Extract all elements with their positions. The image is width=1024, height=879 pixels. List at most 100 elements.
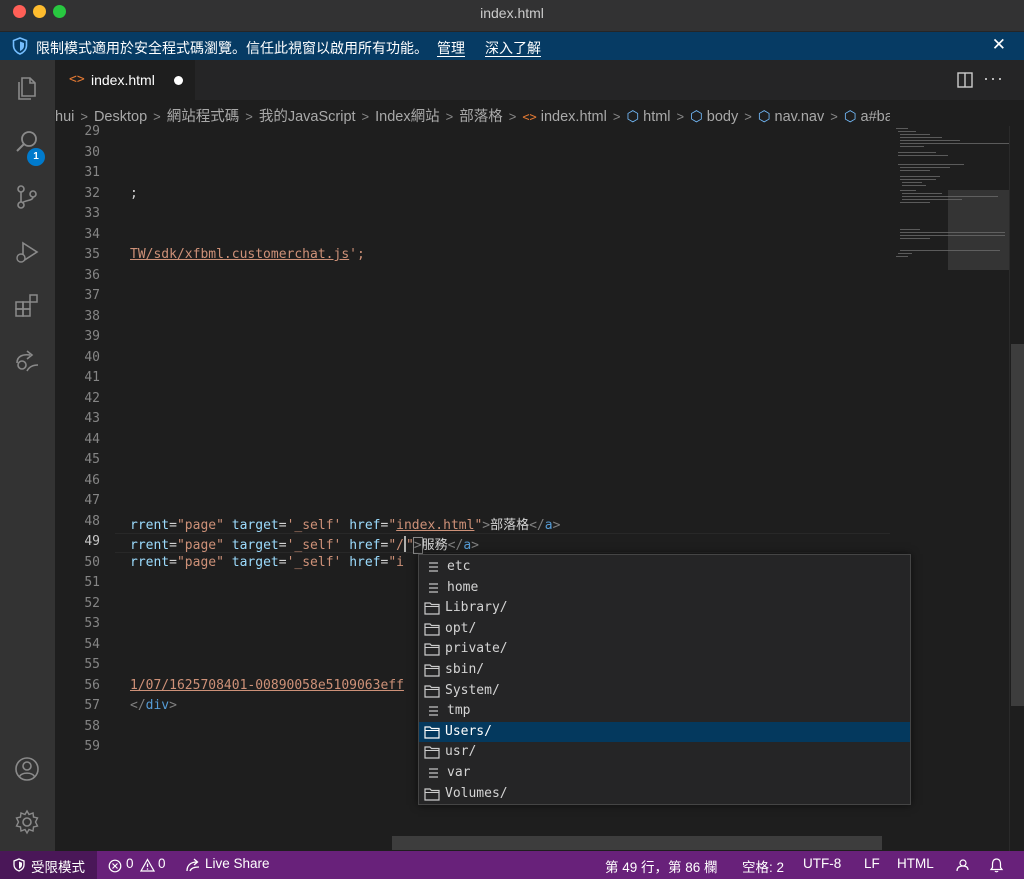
live-share-icon[interactable] [185,858,201,872]
restricted-mode-indicator[interactable]: 受限模式 [0,851,97,879]
breadcrumb-item[interactable]: 我的JavaScript [259,109,356,125]
code-string: " [405,538,414,553]
live-share-icon[interactable] [13,347,41,375]
account-icon[interactable] [13,755,41,783]
live-share-label[interactable]: Live Share [205,856,270,871]
suggestion-item[interactable]: usr/ [419,742,910,763]
suggestion-item[interactable]: private/ [419,639,910,660]
minimap-line [898,253,912,254]
breadcrumb-item[interactable]: 部落格 [459,109,503,125]
encoding-setting[interactable]: UTF-8 [803,856,841,871]
line-number: 37 [84,288,100,303]
minimap-line [900,190,916,191]
explorer-icon[interactable] [13,74,41,102]
suggestion-label: var [447,765,471,780]
line-number-gutter: 29 30 31 32 33 34 35 36 37 38 39 40 41 4… [55,124,115,851]
warning-count[interactable]: 0 [158,856,166,871]
extensions-icon[interactable] [13,292,41,320]
cursor-position[interactable]: 第 49 行，第 86 欄 [605,856,718,876]
indentation-setting[interactable]: 空格: 2 [742,856,784,876]
minimap-line [898,152,936,153]
line-number: 59 [84,739,100,754]
suggestion-item[interactable]: Volumes/ [419,784,910,805]
minimap-line [900,140,960,141]
eol-setting[interactable]: LF [864,856,880,871]
close-icon[interactable]: ✕ [992,35,1006,55]
html-file-icon: <> [69,72,85,87]
suggestion-label: opt/ [445,620,477,636]
run-debug-icon[interactable] [13,238,41,266]
suggestion-item[interactable]: System/ [419,681,910,702]
suggestion-label: sbin/ [445,662,485,677]
suggestion-item[interactable]: home [419,578,910,599]
split-editor-icon[interactable] [956,71,974,89]
breadcrumb-item[interactable]: Desktop [94,109,147,125]
bell-icon[interactable] [989,857,1004,873]
suggestion-item[interactable]: sbin/ [419,660,910,681]
line-number: 51 [84,575,100,590]
suggestion-item-selected[interactable]: Users/ [419,721,910,743]
breadcrumb-item[interactable]: html [643,109,670,125]
error-icon[interactable] [108,859,122,873]
code-line-49: rrent="page" target='_self' href="/">服務<… [130,536,479,554]
element-icon: ⬡ [843,109,857,125]
line-number: 55 [84,657,100,672]
minimap-line [900,202,930,203]
minimap-line [902,193,942,194]
warning-icon[interactable] [140,858,155,872]
breadcrumb-item[interactable]: 網站程式碼 [167,109,240,125]
feedback-icon[interactable] [954,857,970,873]
horizontal-scrollbar-thumb[interactable] [392,836,882,850]
line-number: 45 [84,452,100,467]
explorer-badge: 1 [27,148,45,166]
vertical-scrollbar[interactable] [1009,126,1024,851]
folder-icon [424,664,440,677]
line-number: 40 [84,350,100,365]
breadcrumb-item[interactable]: hui [55,109,74,125]
minimap-line [902,185,926,186]
suggestion-item[interactable]: var [419,763,910,784]
code-tag: a [463,538,472,553]
shield-icon [12,37,28,55]
line-number: 58 [84,719,100,734]
code-string: '_self' [286,518,342,533]
minimap-line [900,143,1010,144]
more-actions-icon[interactable]: ··· [983,68,1004,89]
minimap-line [900,137,942,138]
suggestion-label: System/ [445,682,500,698]
suggestion-label: tmp [447,703,471,719]
manage-link[interactable]: 管理 [437,38,465,58]
language-mode[interactable]: HTML [897,856,934,871]
breadcrumb-item[interactable]: nav.nav [775,109,825,125]
unsaved-dot-icon[interactable] [174,76,183,85]
code-link[interactable]: index.html [396,518,474,533]
breadcrumb-item[interactable]: Index網站 [375,109,439,125]
breadcrumb-item[interactable]: index.html [541,109,607,125]
tab-index-html[interactable]: <> index.html [55,60,195,100]
error-count[interactable]: 0 [126,856,134,871]
minimap-line [902,199,962,200]
suggestion-item[interactable]: Library/ [419,598,910,619]
minimap-line [900,167,950,168]
suggestion-item[interactable]: opt/ [419,619,910,640]
minimap-line [902,182,922,183]
gear-icon[interactable] [13,808,41,836]
line-number: 50 [84,555,100,570]
code-attr: target [231,538,279,553]
breadcrumb-item[interactable]: a#bar_a2.bar_a [861,109,891,125]
learn-more-link[interactable]: 深入了解 [485,38,541,58]
suggestion-item[interactable]: etc [419,557,910,578]
vertical-scrollbar-thumb[interactable] [1011,344,1024,706]
suggestion-label: private/ [445,641,508,657]
suggestion-label: Library/ [445,600,508,616]
minimap-line [900,170,930,171]
source-control-icon[interactable] [13,183,41,211]
line-number: 32 [84,186,100,201]
breadcrumb-item[interactable]: body [707,109,738,125]
suggestion-item[interactable]: tmp [419,701,910,722]
line-number: 39 [84,329,100,344]
minimap-line [896,256,908,257]
code-link[interactable]: 1/07/1625708401-00890058e5109063eff [130,678,404,693]
minimap-slider[interactable] [948,190,1009,270]
minimap-line [900,176,940,177]
